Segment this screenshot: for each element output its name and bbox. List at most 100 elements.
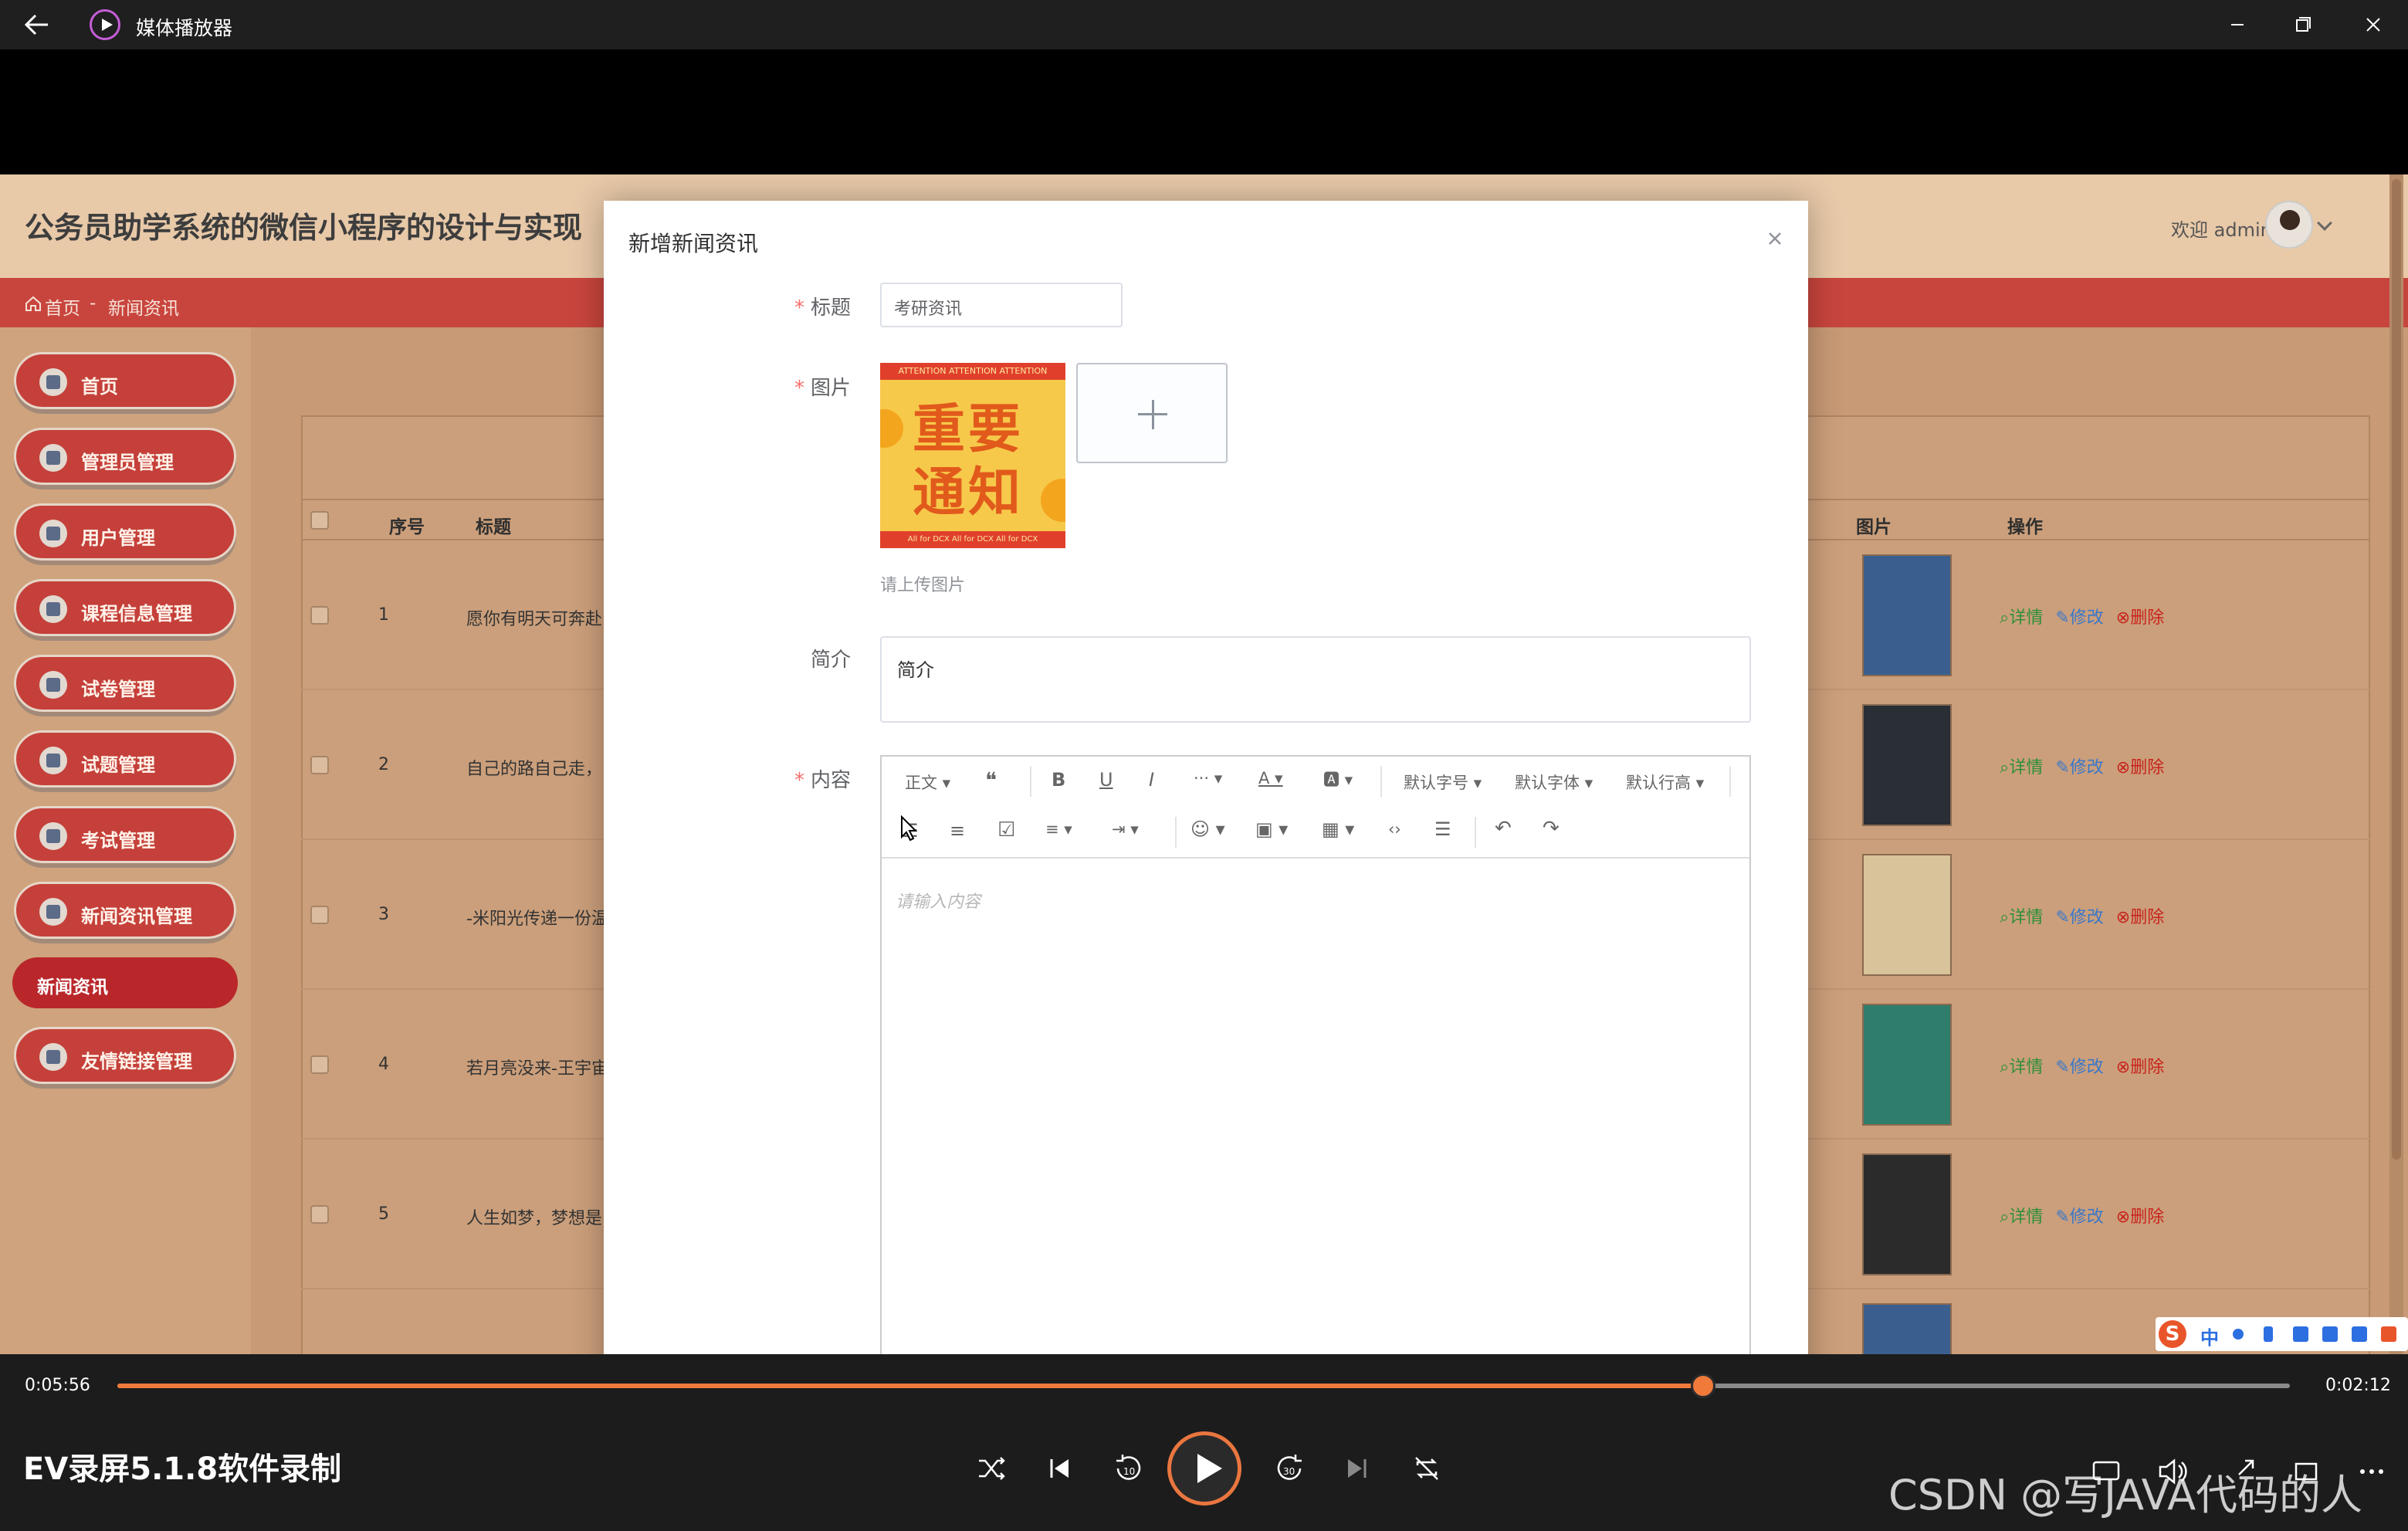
detail-link[interactable]: ⌕详情 — [2000, 1058, 2043, 1077]
intro-textarea[interactable]: 简介 — [880, 636, 1751, 723]
divider-line-icon[interactable]: ☰ — [1434, 818, 1451, 840]
row-book-image[interactable] — [1862, 704, 1952, 826]
row-book-image[interactable] — [1862, 554, 1952, 676]
align-icon[interactable]: ≡ ▾ — [1045, 820, 1072, 838]
sidebar-item-exams[interactable]: 考试管理 — [14, 806, 236, 863]
column-ops[interactable]: 操作 — [2007, 512, 2043, 538]
emoji-icon[interactable]: ☺ ▾ — [1190, 818, 1225, 840]
next-icon[interactable] — [1340, 1451, 1374, 1485]
code-icon[interactable]: ‹› — [1388, 820, 1401, 838]
minimize-icon[interactable] — [2214, 8, 2261, 42]
seek-bar[interactable] — [117, 1373, 2290, 1398]
detail-link[interactable]: ⌕详情 — [2000, 758, 2043, 777]
toolbar-divider — [1380, 766, 1382, 797]
detail-link[interactable]: ⌕详情 — [2000, 608, 2043, 628]
keyboard-icon[interactable] — [2293, 1326, 2308, 1342]
line-height-select[interactable]: 默认行高 ▾ — [1626, 771, 1704, 794]
title-input[interactable]: 考研资讯 — [880, 283, 1123, 327]
font-color-icon[interactable]: A ▾ — [1258, 769, 1283, 788]
page-scrollbar[interactable] — [2389, 174, 2403, 1354]
delete-link[interactable]: ⊗删除 — [2116, 908, 2164, 927]
row-book-image[interactable] — [1862, 1153, 1952, 1275]
seek-handle[interactable] — [1691, 1373, 1716, 1398]
indent-icon[interactable]: ⇥ ▾ — [1112, 820, 1139, 838]
microphone-icon[interactable] — [2264, 1326, 2273, 1342]
sidebar-item-courses[interactable]: 课程信息管理 — [14, 579, 236, 636]
background-color-icon[interactable]: 🅰 ▾ — [1323, 767, 1353, 791]
todo-checkbox-icon[interactable]: ☑ — [997, 818, 1015, 842]
row-title: 人生如梦，梦想是 — [466, 1209, 603, 1228]
font-family-select[interactable]: 默认字体 ▾ — [1515, 771, 1593, 794]
more-style-icon[interactable]: ··· ▾ — [1194, 769, 1222, 788]
row-book-image[interactable] — [1862, 1303, 1952, 1354]
edit-link[interactable]: ✎修改 — [2055, 758, 2103, 777]
play-button[interactable] — [1167, 1431, 1241, 1506]
italic-icon[interactable]: I — [1149, 769, 1154, 791]
skin-icon[interactable] — [2322, 1326, 2338, 1342]
repeat-off-icon[interactable] — [1410, 1451, 1444, 1485]
edit-link[interactable]: ✎修改 — [2055, 608, 2103, 628]
column-image[interactable]: 图片 — [1856, 512, 1892, 538]
font-size-select[interactable]: 默认字号 ▾ — [1404, 771, 1482, 794]
redo-icon[interactable]: ↷ — [1543, 817, 1560, 840]
delete-link[interactable]: ⊗删除 — [2116, 608, 2164, 628]
row-checkbox[interactable] — [310, 1205, 329, 1224]
sidebar-subitem-news[interactable]: 新闻资讯 — [12, 957, 238, 1008]
sogou-logo-icon[interactable]: S — [2159, 1320, 2186, 1348]
chevron-down-icon[interactable] — [2317, 215, 2332, 231]
forward-30-icon[interactable]: 30 — [1272, 1451, 1306, 1485]
scrollbar-thumb[interactable] — [2392, 179, 2401, 1160]
delete-link[interactable]: ⊗删除 — [2116, 1208, 2164, 1227]
column-title[interactable]: 标题 — [476, 512, 511, 538]
close-window-icon[interactable] — [2350, 8, 2396, 42]
sidebar-item-admin[interactable]: 管理员管理 — [14, 428, 236, 485]
detail-link[interactable]: ⌕详情 — [2000, 908, 2043, 927]
rewind-10-icon[interactable]: 10 — [1112, 1451, 1146, 1485]
bold-icon[interactable]: B — [1052, 769, 1065, 791]
sidebar-item-links[interactable]: 友情链接管理 — [14, 1027, 236, 1084]
restore-icon[interactable] — [2279, 8, 2325, 42]
detail-link[interactable]: ⌕详情 — [2000, 1208, 2043, 1227]
undo-icon[interactable]: ↶ — [1495, 817, 1512, 840]
toolbox-icon[interactable] — [2352, 1326, 2367, 1342]
punctuation-icon[interactable] — [2233, 1329, 2244, 1340]
mascot-icon[interactable] — [2381, 1326, 2396, 1342]
uploaded-image[interactable]: ATTENTION ATTENTION ATTENTION 重要 通知 All … — [880, 363, 1065, 548]
row-checkbox[interactable] — [310, 606, 329, 625]
shuffle-icon[interactable] — [974, 1451, 1008, 1485]
row-checkbox[interactable] — [310, 906, 329, 924]
table-insert-icon[interactable]: ▦ ▾ — [1322, 818, 1354, 840]
row-checkbox[interactable] — [310, 1055, 329, 1074]
sidebar-item-papers[interactable]: 试卷管理 — [14, 655, 236, 712]
sidebar-item-news-mgmt[interactable]: 新闻资讯管理 — [14, 882, 236, 939]
sidebar-item-questions[interactable]: 试题管理 — [14, 730, 236, 788]
breadcrumb-home[interactable]: 首页 — [45, 293, 80, 320]
numbered-list-icon[interactable]: ≡ — [950, 820, 965, 842]
edit-link[interactable]: ✎修改 — [2055, 1058, 2103, 1077]
paragraph-select[interactable]: 正文 ▾ — [905, 771, 950, 794]
underline-icon[interactable]: U — [1099, 769, 1113, 791]
sidebar-item-label: 考试管理 — [81, 830, 155, 852]
row-checkbox[interactable] — [310, 756, 329, 774]
sidebar-item-users[interactable]: 用户管理 — [14, 503, 236, 561]
delete-link[interactable]: ⊗删除 — [2116, 758, 2164, 777]
select-all-checkbox[interactable] — [310, 511, 329, 530]
edit-link[interactable]: ✎修改 — [2055, 1208, 2103, 1227]
image-band-bottom: All for DCX All for DCX All for DCX — [880, 531, 1065, 548]
row-book-image[interactable] — [1862, 854, 1952, 976]
previous-icon[interactable] — [1042, 1451, 1076, 1485]
back-arrow-icon[interactable] — [22, 11, 52, 39]
quote-icon[interactable]: ❝ — [985, 767, 997, 793]
title-label-text: 标题 — [810, 296, 851, 320]
image-insert-icon[interactable]: ▣ ▾ — [1255, 818, 1288, 840]
avatar[interactable] — [2265, 201, 2313, 249]
row-book-image[interactable] — [1862, 1004, 1952, 1126]
edit-link[interactable]: ✎修改 — [2055, 908, 2103, 927]
upload-image-button[interactable] — [1076, 363, 1228, 463]
media-player-app-icon — [90, 9, 120, 40]
sidebar-item-home[interactable]: 首页 — [14, 352, 236, 409]
close-icon[interactable] — [1763, 227, 1787, 250]
delete-link[interactable]: ⊗删除 — [2116, 1058, 2164, 1077]
ime-mode[interactable]: 中 — [2200, 1323, 2219, 1350]
rich-text-editor[interactable]: 正文 ▾ ❝ B U I ··· ▾ A ▾ 🅰 ▾ 默认字号 ▾ 默认字体 ▾… — [880, 755, 1751, 1354]
